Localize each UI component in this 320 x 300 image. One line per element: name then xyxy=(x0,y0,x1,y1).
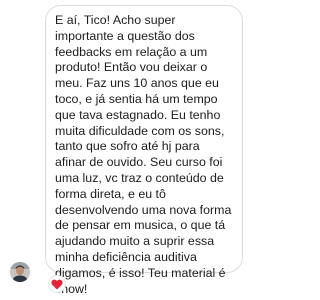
message-text: E aí, Tico! Acho super importante a ques… xyxy=(55,13,232,296)
red-heart-icon xyxy=(51,279,63,289)
message-bubble[interactable]: E aí, Tico! Acho super importante a ques… xyxy=(45,5,243,296)
sender-avatar[interactable] xyxy=(10,262,30,282)
direct-message-screen: E aí, Tico! Acho super importante a ques… xyxy=(0,0,253,300)
reaction-badge[interactable] xyxy=(48,275,66,293)
user-avatar-photo-icon xyxy=(10,262,30,282)
